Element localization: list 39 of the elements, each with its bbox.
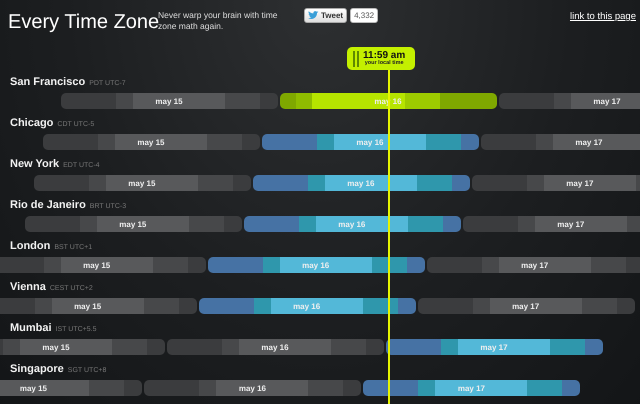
tweet-button[interactable]: Tweet: [304, 8, 348, 23]
day-label: may 15: [73, 302, 102, 310]
day-label: may 15: [118, 220, 148, 228]
day-label: may 17: [574, 138, 604, 146]
day-label: may 15: [18, 384, 48, 392]
tweet-count: 4,332: [350, 8, 378, 23]
day-label: may 16: [260, 342, 290, 352]
day-label: may 17: [456, 384, 486, 392]
day-label: may 16: [337, 220, 366, 228]
local-time: 11:59 am: [363, 50, 406, 61]
city-name: Rio de Janeiro: [10, 199, 86, 211]
day-label: may 17: [479, 342, 509, 352]
day-label: may 16: [346, 178, 376, 188]
city-name: New York: [10, 158, 60, 170]
city-name: London: [10, 240, 50, 252]
day-label: may 17: [565, 178, 594, 188]
tagline: Never warp your brain with time zone math again.: [158, 10, 279, 32]
day-label: may 15: [82, 260, 112, 270]
day-label: may 16: [355, 138, 384, 146]
page-link[interactable]: link to this page: [570, 11, 636, 22]
day-label: may 16: [301, 260, 330, 270]
grip-icon: [353, 50, 359, 66]
day-label: may 17: [592, 96, 622, 106]
day-label: may 15: [154, 96, 184, 106]
day-label: may 17: [511, 302, 540, 310]
day-label: may 17: [520, 260, 550, 270]
day-label: may 15: [136, 138, 166, 146]
bird-icon: [308, 11, 319, 20]
city-name: Mumbai: [10, 322, 52, 334]
day-label: may 16: [238, 384, 267, 392]
city-name: Singapore: [10, 363, 64, 375]
day-label: may 15: [127, 178, 156, 188]
day-label: may 16: [292, 302, 322, 310]
day-label: may 15: [41, 342, 71, 352]
city-name: Chicago: [10, 117, 54, 129]
site-title: Every Time Zone: [8, 10, 158, 34]
city-name: San Francisco: [10, 76, 86, 88]
day-label: may 17: [556, 220, 586, 228]
city-name: Vienna: [10, 281, 46, 293]
